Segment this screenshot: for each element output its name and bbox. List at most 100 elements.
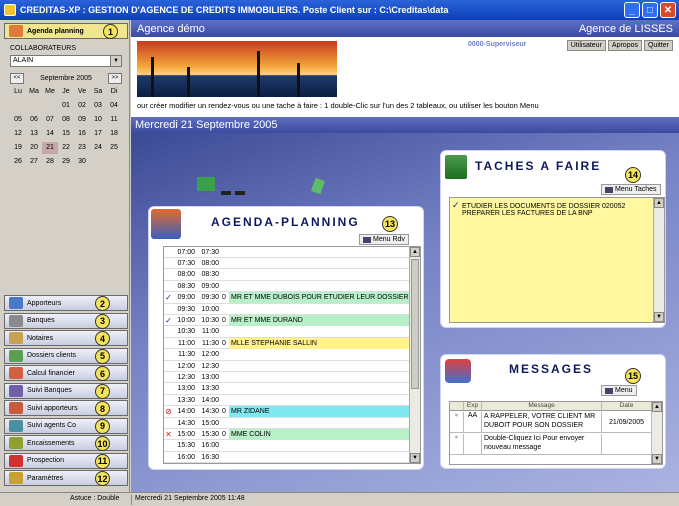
tab-apropos[interactable]: Apropos — [607, 40, 642, 51]
agenda-row[interactable]: 08:30 09:00 — [164, 281, 410, 293]
calendar-day[interactable]: 15 — [58, 128, 74, 140]
menu-rdv-button[interactable]: Menu Rdv — [359, 234, 409, 245]
calendar-icon — [151, 209, 181, 239]
agenda-row[interactable]: 08:00 08:30 — [164, 270, 410, 281]
agenda-row[interactable]: 09:30 10:00 — [164, 304, 410, 315]
menu-taches-button[interactable]: Menu Taches — [601, 184, 661, 195]
messages-scrollbar[interactable]: ▲ ▼ — [651, 402, 662, 464]
calendar-day[interactable]: 29 — [58, 156, 74, 168]
agenda-row[interactable]: 07:00 07:30 — [164, 247, 410, 258]
maximize-button[interactable]: □ — [642, 2, 658, 18]
calendar-day[interactable]: 03 — [90, 100, 106, 112]
weekday-label: Me — [45, 88, 55, 95]
agenda-row[interactable]: 16:00 16:30 — [164, 452, 410, 463]
agenda-row[interactable]: 10:30 11:00 — [164, 327, 410, 338]
calendar-day[interactable]: 08 — [58, 114, 74, 126]
agenda-row[interactable]: ✓ 10:00 10:30 0 MR ET MME DURAND — [164, 314, 410, 327]
calendar-day[interactable]: 04 — [106, 100, 122, 112]
calendar-day[interactable]: 01 — [58, 100, 74, 112]
agenda-row[interactable]: 12:00 12:30 — [164, 361, 410, 372]
taches-scrollbar[interactable]: ▲ ▼ — [653, 198, 664, 322]
message-row[interactable]: ● Double-Cliquez Ici Pour envoyer nouveau… — [450, 434, 652, 455]
scroll-up-icon[interactable]: ▲ — [654, 198, 664, 208]
calendar-day[interactable]: 16 — [74, 128, 90, 140]
calendar-day[interactable]: 11 — [106, 114, 122, 126]
agenda-row[interactable]: 15:30 16:00 — [164, 441, 410, 452]
close-button[interactable]: ✕ — [660, 2, 676, 18]
sidebar-item-banques[interactable]: Banques 3 — [4, 312, 128, 329]
agenda-scrollbar[interactable]: ▲ ▼ — [409, 247, 420, 463]
sidebar-item-apporteurs[interactable]: Apporteurs 2 — [4, 295, 128, 311]
calendar-day[interactable]: 23 — [74, 142, 90, 154]
taches-list[interactable]: ▲ ▼ ✓ ETUDIER LES DOCUMENTS DE DOSSIER 02… — [449, 197, 665, 323]
tab-quitter[interactable]: Quitter — [643, 40, 673, 51]
message-row[interactable]: ● AA A RAPPELER, VOTRE CLIENT MR DUBOIT PO… — [450, 412, 652, 433]
chevron-down-icon[interactable]: ▼ — [110, 56, 121, 66]
envelope-icon: ● — [450, 434, 464, 454]
calendar-day[interactable]: 17 — [90, 128, 106, 140]
scroll-up-icon[interactable]: ▲ — [652, 402, 662, 412]
calendar-day[interactable]: 22 — [58, 142, 74, 154]
sidebar-item-icon — [9, 332, 23, 344]
scroll-thumb[interactable] — [411, 259, 419, 389]
calendar-day[interactable]: 25 — [106, 142, 122, 154]
sidebar-item-calcul-financier[interactable]: Calcul financier 6 — [4, 365, 128, 381]
collaborateur-select[interactable]: ALAIN ▼ — [10, 55, 122, 67]
tache-row[interactable]: PREPARER LES FACTURES DE LA BNP — [452, 210, 652, 217]
scroll-down-icon[interactable]: ▼ — [410, 453, 420, 463]
agenda-row[interactable]: ⊘ 14:00 14:30 0 MR ZIDANE — [164, 406, 410, 418]
agenda-row[interactable]: 14:30 15:00 — [164, 418, 410, 429]
calendar-day[interactable]: 19 — [10, 142, 26, 154]
messages-table[interactable]: Exp Message Date ▲ ▼ ● AA A RAPPELER, VOTR… — [449, 401, 663, 465]
sidebar-item-notaires[interactable]: Notaires 4 — [4, 330, 128, 346]
scroll-up-icon[interactable]: ▲ — [410, 247, 420, 257]
calendar-day[interactable]: 27 — [26, 156, 42, 168]
calendar-day — [106, 156, 122, 168]
calendar-day[interactable]: 28 — [42, 156, 58, 168]
calendar-day[interactable]: 13 — [26, 128, 42, 140]
agenda-list[interactable]: 16:00 16:30 15:30 16:00 ✕ 15:00 15:30 0 MME COLI… — [163, 246, 421, 464]
tab-utilisateur[interactable]: Utilisateur — [566, 40, 606, 51]
minimize-button[interactable]: _ — [624, 2, 640, 18]
calendar-day[interactable]: 09 — [74, 114, 90, 126]
agenda-row[interactable]: 11:30 12:00 — [164, 350, 410, 361]
agenda-row[interactable]: 12:30 13:00 — [164, 372, 410, 384]
sidebar-item-dossiers-clients[interactable]: Dossiers clients 5 — [4, 347, 128, 364]
sidebar-item-encaissements[interactable]: Encaissements 10 — [4, 435, 128, 451]
calendar-day[interactable]: 12 — [10, 128, 26, 140]
agenda-planning-button[interactable]: Agenda planning 1 — [4, 23, 128, 39]
calendar-day[interactable]: 05 — [10, 114, 26, 126]
calendar-prev-button[interactable]: << — [10, 72, 24, 84]
calendar-day[interactable]: 07 — [42, 114, 58, 126]
calendar-day[interactable]: 26 — [10, 156, 26, 168]
scroll-down-icon[interactable]: ▼ — [652, 454, 662, 464]
agenda-row[interactable]: ✕ 15:00 15:30 0 MME COLIN — [164, 428, 410, 441]
start-time: 08:00 — [177, 271, 195, 279]
calendar-day[interactable]: 18 — [106, 128, 122, 140]
calendar-day[interactable]: 21 — [42, 142, 58, 154]
calendar-day[interactable]: 30 — [74, 156, 90, 168]
agenda-row[interactable]: 13:00 13:30 — [164, 384, 410, 395]
sidebar-item-suivi-apporteurs[interactable]: Suivi apporteurs 8 — [4, 400, 128, 416]
sidebar-item-suivi-banques[interactable]: Suivi Banques 7 — [4, 382, 128, 399]
sidebar-item-suivi-agents-co[interactable]: Suivi agents Co 9 — [4, 417, 128, 434]
calendar-day[interactable]: 06 — [26, 114, 42, 126]
instruction-text: our créer modifier un rendez-vous ou une… — [137, 101, 539, 110]
calendar-day[interactable]: 20 — [26, 142, 42, 154]
menu-messages-button[interactable]: Menu — [601, 385, 637, 396]
agenda-row[interactable]: 13:30 14:00 — [164, 395, 410, 407]
weekday-label: Di — [110, 88, 118, 95]
calendar-next-button[interactable]: >> — [107, 72, 122, 84]
agenda-row[interactable]: 11:00 11:30 0 MLLE STEPHANIE SALLIN — [164, 337, 410, 350]
scroll-down-icon[interactable]: ▼ — [654, 312, 664, 322]
end-time: 13:30 — [201, 385, 219, 393]
calendar-day[interactable]: 10 — [90, 114, 106, 126]
agenda-row[interactable]: 07:30 08:00 — [164, 258, 410, 270]
calendar-day[interactable]: 02 — [74, 100, 90, 112]
calendar-day[interactable]: 14 — [42, 128, 58, 140]
sidebar-item-param-tres[interactable]: Paramètres 12 — [4, 470, 128, 486]
appointment-description — [229, 281, 410, 292]
sidebar-item-prospection[interactable]: Prospection 11 — [4, 452, 128, 469]
agenda-row[interactable]: ✓ 09:00 09:30 0 MR ET MME DUBOIS POUR ETUDIE… — [164, 292, 410, 304]
calendar-day[interactable]: 24 — [90, 142, 106, 154]
